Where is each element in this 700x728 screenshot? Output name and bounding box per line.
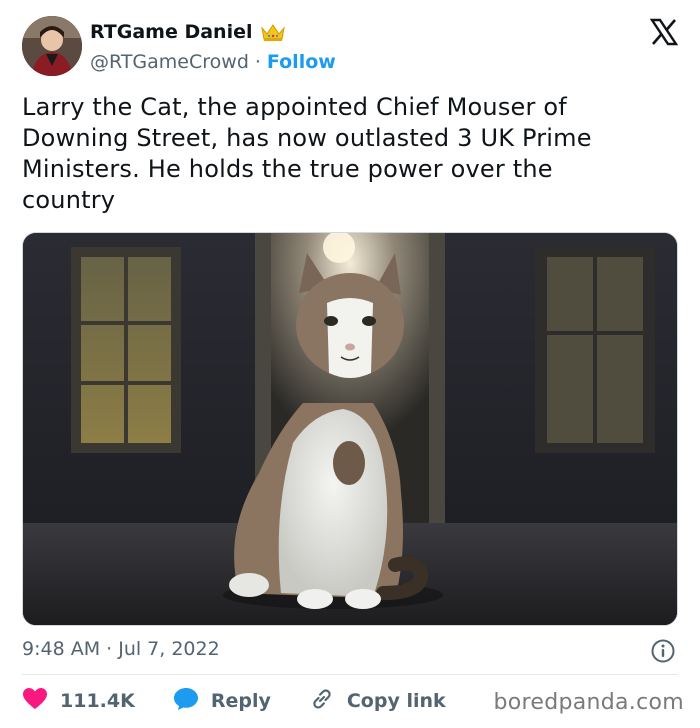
reply-label: Reply: [210, 690, 271, 712]
like-button[interactable]: 111.4K: [22, 687, 135, 715]
crown-icon: [260, 22, 286, 42]
tweet-text: Larry the Cat, the appointed Chief Mouse…: [22, 93, 592, 214]
follow-button[interactable]: Follow: [267, 50, 336, 74]
like-count: 111.4K: [60, 690, 135, 712]
handle[interactable]: @RTGameCrowd: [90, 50, 249, 74]
divider: [22, 674, 678, 675]
author-block: RTGame Daniel @RTGameCrowd · Follow: [90, 20, 336, 74]
watermark: boredpanda.com: [493, 690, 684, 715]
tweet-photo[interactable]: [22, 232, 678, 626]
link-icon: [309, 687, 335, 715]
avatar[interactable]: [22, 16, 82, 76]
heart-icon: [22, 687, 48, 715]
reply-button[interactable]: Reply: [173, 687, 271, 715]
copy-link-label: Copy link: [346, 690, 446, 712]
tweet-timestamp[interactable]: 9:48 AM · Jul 7, 2022: [22, 636, 220, 662]
info-icon[interactable]: [650, 638, 676, 664]
tweet-header: RTGame Daniel @RTGameCrowd · Follow: [22, 14, 682, 78]
separator-dot: ·: [254, 51, 261, 73]
copy-link-button[interactable]: Copy link: [309, 687, 446, 715]
reply-icon: [173, 687, 199, 715]
action-bar: 111.4K Reply Copy link: [22, 684, 484, 718]
display-name[interactable]: RTGame Daniel: [90, 20, 252, 44]
x-logo-icon[interactable]: [649, 18, 679, 46]
